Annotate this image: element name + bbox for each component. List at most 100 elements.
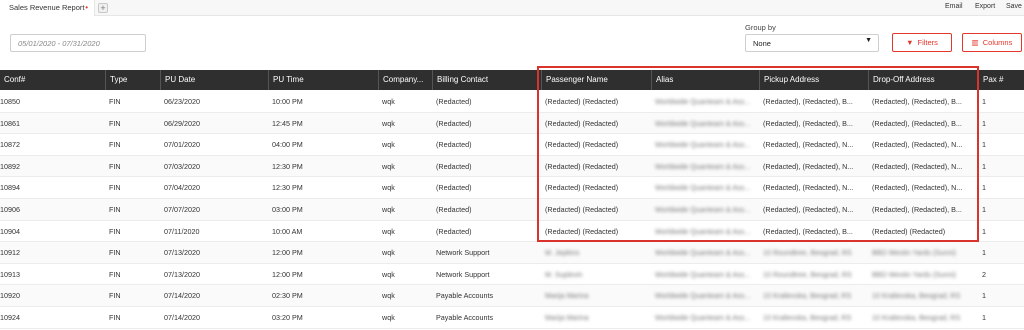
table-cell: wqk [382, 205, 395, 214]
table-row[interactable]: 10861 FIN 06/29/2020 12:45 PM wqk (Redacted) (… [0, 112, 1024, 135]
table-cell: (Redacted) (Redacted) [545, 97, 619, 106]
date-range-input[interactable]: 05/01/2020 - 07/31/2020 [10, 34, 146, 52]
table-cell: wqk [382, 291, 395, 301]
table-cell: (Redacted), (Redacted), N... [872, 140, 963, 150]
table-cell: (Redacted) (Redacted) [545, 226, 619, 236]
table-cell: 1 [982, 161, 986, 171]
table-cell: (Redacted) (Redacted) [545, 205, 619, 214]
column-header-6[interactable]: Passenger Name [541, 70, 651, 90]
table-cell: BBD Westin Yards (Sunni) [872, 248, 956, 258]
table-cell: (Redacted) [436, 140, 472, 150]
table-cell: 1 [982, 118, 986, 128]
table-cell: Network Support [436, 269, 490, 279]
table-row[interactable]: 10850 FIN 06/23/2020 10:00 PM wqk (Redacted) (… [0, 91, 1024, 113]
column-header-label: Type [110, 75, 128, 84]
table-cell: 10 Kralievska, Beograd, RS [872, 291, 961, 301]
table-header: Conf# Type PU Date PU Time Company... Billing… [0, 70, 1024, 90]
table-row[interactable]: 10904 FIN 07/11/2020 10:00 AM wqk (Redacted) (… [0, 221, 1024, 243]
column-header-5[interactable]: Billing Contact [432, 70, 541, 90]
table-cell: 10913 [0, 269, 20, 279]
table-cell: (Redacted), (Redacted), N... [763, 205, 854, 214]
table-cell: (Redacted) (Redacted) [545, 118, 619, 128]
column-header-10[interactable]: Pax # [978, 70, 1024, 90]
column-header-0[interactable]: Conf# [0, 70, 105, 90]
column-header-1[interactable]: Type [105, 70, 160, 90]
table-cell: 07/14/2020 [164, 313, 200, 322]
table-cell: 07/11/2020 [164, 226, 200, 236]
table-cell: Marija Marina [545, 291, 589, 301]
table-row[interactable]: 10906 FIN 07/07/2020 03:00 PM wqk (Redacted) (… [0, 199, 1024, 221]
table-cell: (Redacted) [436, 205, 472, 214]
table-cell: 10 Roundtree, Beograd, RS [763, 269, 852, 279]
table-cell: Worldwide Quanteam & Ass... [655, 313, 751, 322]
table-cell: Worldwide Quanteam & Ass... [655, 97, 751, 106]
column-header-label: Billing Contact [437, 75, 489, 84]
table-cell: 10912 [0, 248, 20, 258]
column-header-2[interactable]: PU Date [160, 70, 268, 90]
table-cell: (Redacted), (Redacted), N... [763, 183, 854, 193]
table-cell: (Redacted), (Redacted), B... [763, 118, 853, 128]
table-cell: 10861 [0, 118, 20, 128]
table-cell: 1 [982, 205, 986, 214]
table-row[interactable]: 10892 FIN 07/03/2020 12:30 PM wqk (Redacted) (… [0, 155, 1024, 178]
table-cell: 10850 [0, 97, 20, 106]
table-cell: 12:30 PM [272, 161, 303, 171]
column-header-9[interactable]: Drop-Off Address [868, 70, 978, 90]
table-row[interactable]: 10894 FIN 07/04/2020 12:30 PM wqk (Redacted) (… [0, 177, 1024, 199]
table-cell: 10 Kralievska, Beograd, RS [872, 313, 961, 322]
table-cell: Worldwide Quanteam & Ass... [655, 183, 751, 193]
table-cell: 07/07/2020 [164, 205, 200, 214]
table-cell: wqk [382, 248, 395, 258]
table-row[interactable]: 10912 FIN 07/13/2020 12:00 PM wqk Network Sup… [0, 242, 1024, 264]
table-cell: (Redacted), (Redacted), B... [872, 205, 962, 214]
table-cell: (Redacted), (Redacted), B... [872, 118, 962, 128]
table-cell: 10892 [0, 161, 20, 171]
table-row[interactable]: 10872 FIN 07/01/2020 04:00 PM wqk (Redacted) (… [0, 134, 1024, 156]
add-tab-button[interactable]: + [98, 3, 108, 13]
tab-sales-revenue-report[interactable]: Sales Revenue Report • [0, 0, 95, 16]
column-header-7[interactable]: Alias [651, 70, 759, 90]
table-cell: Marija Marina [545, 313, 589, 322]
columns-button[interactable]: ▥ Columns [962, 33, 1022, 52]
table-cell: 10872 [0, 140, 20, 150]
column-header-label: Passenger Name [546, 75, 608, 84]
save-button[interactable]: Save [1006, 3, 1022, 10]
table-cell: wqk [382, 161, 395, 171]
table-cell: 10894 [0, 183, 20, 193]
table-cell: wqk [382, 97, 395, 106]
export-button[interactable]: Export [975, 3, 995, 10]
table-cell: Worldwide Quanteam & Ass... [655, 226, 751, 236]
table-cell: (Redacted), (Redacted), B... [872, 97, 962, 106]
table-cell: 10906 [0, 205, 20, 214]
table-cell: (Redacted) [436, 161, 472, 171]
group-by-select[interactable]: None ▼ [745, 34, 879, 52]
filters-button[interactable]: ▼ Filters [892, 33, 952, 52]
column-header-3[interactable]: PU Time [268, 70, 378, 90]
column-header-label: PU Time [273, 75, 304, 84]
unsaved-indicator-icon: • [85, 3, 88, 12]
table-cell: 06/23/2020 [164, 97, 200, 106]
column-header-4[interactable]: Company... [378, 70, 432, 90]
table-cell: FIN [109, 205, 121, 214]
columns-label: Columns [982, 38, 1013, 47]
table-cell: (Redacted), (Redacted), N... [872, 161, 963, 171]
column-header-8[interactable]: Pickup Address [759, 70, 868, 90]
table-cell: 12:00 PM [272, 248, 303, 258]
email-button[interactable]: Email [945, 3, 963, 10]
table-cell: 1 [982, 248, 986, 258]
table-cell: FIN [109, 313, 121, 322]
table-cell: 07/13/2020 [164, 248, 200, 258]
table-row[interactable]: 10913 FIN 07/13/2020 12:00 PM wqk Network Sup… [0, 264, 1024, 286]
table-cell: 1 [982, 226, 986, 236]
table-cell: 2 [982, 269, 986, 279]
table-cell: 07/13/2020 [164, 269, 200, 279]
table-row[interactable]: 10924 FIN 07/14/2020 03:20 PM wqk Payable Acc… [0, 307, 1024, 329]
table-cell: 07/03/2020 [164, 161, 200, 171]
table-cell: 10:00 PM [272, 97, 303, 106]
table-cell: 07/01/2020 [164, 140, 200, 150]
table-cell: wqk [382, 140, 395, 150]
table-cell: (Redacted), (Redacted), B... [763, 97, 853, 106]
table-row[interactable]: 10920 FIN 07/14/2020 02:30 PM wqk Payable Acc… [0, 285, 1024, 307]
column-header-label: Pax # [983, 75, 1004, 84]
table-cell: wqk [382, 183, 395, 193]
